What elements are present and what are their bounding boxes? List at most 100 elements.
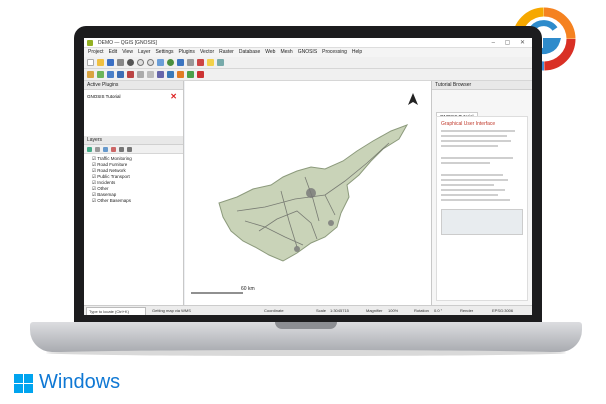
open-layer-styling-icon[interactable] bbox=[87, 146, 92, 152]
menu-item[interactable]: View bbox=[122, 49, 133, 55]
magnifier-spinbox[interactable]: 100% bbox=[388, 306, 398, 315]
filter-legend-icon[interactable] bbox=[111, 146, 116, 152]
laptop-shadow bbox=[46, 350, 566, 356]
rotation-spinbox[interactable]: 0.0 ° bbox=[434, 306, 442, 315]
menu-item[interactable]: Edit bbox=[109, 49, 118, 55]
layers-toolbar bbox=[84, 145, 183, 154]
active-plugins-header: Active Plugins bbox=[84, 81, 183, 90]
scale-label: Scale bbox=[316, 308, 327, 313]
gnosis-tool-icon[interactable] bbox=[177, 71, 184, 78]
zoom-full-icon[interactable] bbox=[157, 59, 164, 66]
layer-label: Other Basemaps bbox=[97, 198, 132, 203]
toolbar-main bbox=[84, 57, 532, 69]
layer-label: Incidents bbox=[97, 180, 116, 185]
toolbar-secondary bbox=[84, 69, 532, 81]
vertex-tool-icon[interactable] bbox=[117, 71, 124, 78]
active-plugins-list: GNOSIS Tutorial ✕ bbox=[84, 90, 183, 136]
window-titlebar: DEMO — QGIS [GNOSIS] – ▢ ✕ bbox=[84, 38, 532, 48]
tutorial-text-line bbox=[441, 130, 515, 132]
tutorial-text-line bbox=[441, 174, 503, 176]
python-icon[interactable] bbox=[167, 71, 174, 78]
larnaca-urban-area bbox=[328, 220, 334, 226]
menu-item[interactable]: Project bbox=[88, 49, 104, 55]
refresh-icon[interactable] bbox=[167, 59, 174, 66]
scale-bar-label: 60 km bbox=[241, 286, 255, 292]
menu-item[interactable]: GNOSIS bbox=[298, 49, 317, 55]
window-title: DEMO — QGIS [GNOSIS] bbox=[98, 40, 157, 46]
open-project-icon[interactable] bbox=[97, 59, 104, 66]
layer-label: Public Transport bbox=[97, 174, 130, 179]
add-group-icon[interactable] bbox=[95, 146, 100, 152]
expand-all-icon[interactable] bbox=[119, 146, 124, 152]
plugin-icon[interactable] bbox=[157, 71, 164, 78]
layer-label: Road Network bbox=[97, 168, 126, 173]
locator-search-input[interactable]: Type to locate (Ctrl+K) bbox=[86, 307, 146, 315]
edit-icon[interactable] bbox=[97, 71, 104, 78]
manage-themes-icon[interactable] bbox=[103, 146, 108, 152]
layer-item[interactable]: ☑ Other Basemaps bbox=[84, 198, 183, 204]
collapse-all-icon[interactable] bbox=[127, 146, 132, 152]
menu-item[interactable]: Plugins bbox=[179, 49, 195, 55]
layers-tree: ☑ Traffic Monitoring ☑ Road Furniture ☑ Ro… bbox=[84, 154, 183, 204]
qgis-app-icon bbox=[87, 40, 93, 46]
tutorial-browser-header: Tutorial Browser bbox=[432, 81, 532, 90]
laptop-base bbox=[30, 322, 582, 352]
map-canvas[interactable]: 60 km bbox=[185, 81, 431, 305]
layer-label: Other bbox=[97, 186, 109, 191]
label-icon[interactable] bbox=[137, 71, 144, 78]
print-layout-icon[interactable] bbox=[117, 59, 124, 66]
tutorial-text-line bbox=[441, 157, 514, 159]
layer-label: Road Furniture bbox=[97, 162, 128, 167]
move-label-icon[interactable] bbox=[147, 71, 154, 78]
laptop-lid: DEMO — QGIS [GNOSIS] – ▢ ✕ Project Edit Vi… bbox=[74, 26, 542, 323]
tutorial-heading: Graphical User Interface bbox=[441, 121, 496, 127]
layer-style-icon[interactable] bbox=[187, 71, 194, 78]
new-project-icon[interactable] bbox=[87, 59, 94, 66]
tutorial-text-line bbox=[441, 145, 499, 147]
render-checkbox[interactable]: Render bbox=[460, 306, 473, 315]
limassol-urban-area bbox=[294, 246, 300, 252]
tutorial-text-line bbox=[441, 162, 491, 164]
tutorial-preview-image bbox=[441, 209, 523, 235]
sum-icon[interactable] bbox=[197, 59, 204, 66]
tutorial-text-line bbox=[441, 135, 507, 137]
status-bar: Type to locate (Ctrl+K) Getting map via … bbox=[84, 305, 532, 315]
filter-icon[interactable] bbox=[217, 59, 224, 66]
zoom-out-icon[interactable] bbox=[147, 59, 154, 66]
window-controls[interactable]: – ▢ ✕ bbox=[492, 38, 529, 48]
tutorial-content: Graphical User Interface bbox=[436, 116, 528, 301]
save-project-icon[interactable] bbox=[107, 59, 114, 66]
coordinate-label: Coordinate bbox=[264, 308, 284, 313]
menu-item[interactable]: Web bbox=[265, 49, 275, 55]
select-icon[interactable] bbox=[207, 59, 214, 66]
scale-combobox[interactable]: 1:3045715 bbox=[330, 306, 349, 315]
digitize-icon[interactable] bbox=[87, 71, 94, 78]
menu-item[interactable]: Database bbox=[239, 49, 260, 55]
menu-item[interactable]: Raster bbox=[219, 49, 234, 55]
menu-bar: Project Edit View Layer Settings Plugins Vecto… bbox=[84, 48, 532, 57]
pan-map-icon[interactable] bbox=[127, 59, 134, 66]
menu-item[interactable]: Processing bbox=[322, 49, 347, 55]
plugin-item-label: GNOSIS Tutorial bbox=[87, 94, 121, 99]
windows-wordmark: Windows bbox=[39, 371, 121, 393]
plugin-item[interactable]: GNOSIS Tutorial ✕ bbox=[84, 90, 183, 103]
windows-logo-icon bbox=[14, 374, 33, 393]
menu-item[interactable]: Vector bbox=[200, 49, 214, 55]
add-feature-icon[interactable] bbox=[107, 71, 114, 78]
identify-icon[interactable] bbox=[177, 59, 184, 66]
zoom-in-icon[interactable] bbox=[137, 59, 144, 66]
tutorial-icon[interactable] bbox=[197, 71, 204, 78]
tutorial-text-line bbox=[441, 140, 511, 142]
measure-icon[interactable] bbox=[187, 59, 194, 66]
menu-item[interactable]: Layer bbox=[138, 49, 151, 55]
menu-item[interactable]: Help bbox=[352, 49, 362, 55]
tutorial-text-line bbox=[441, 189, 505, 191]
workspace: Active Plugins GNOSIS Tutorial ✕ Layers bbox=[84, 81, 532, 305]
remove-plugin-icon[interactable]: ✕ bbox=[170, 92, 177, 101]
menu-item[interactable]: Settings bbox=[155, 49, 173, 55]
laptop-notch bbox=[275, 322, 337, 329]
menu-item[interactable]: Mesh bbox=[280, 49, 292, 55]
crs-button[interactable]: EPSG:3006 bbox=[492, 306, 513, 315]
delete-icon[interactable] bbox=[127, 71, 134, 78]
laptop-screen: DEMO — QGIS [GNOSIS] – ▢ ✕ Project Edit Vi… bbox=[84, 38, 532, 315]
